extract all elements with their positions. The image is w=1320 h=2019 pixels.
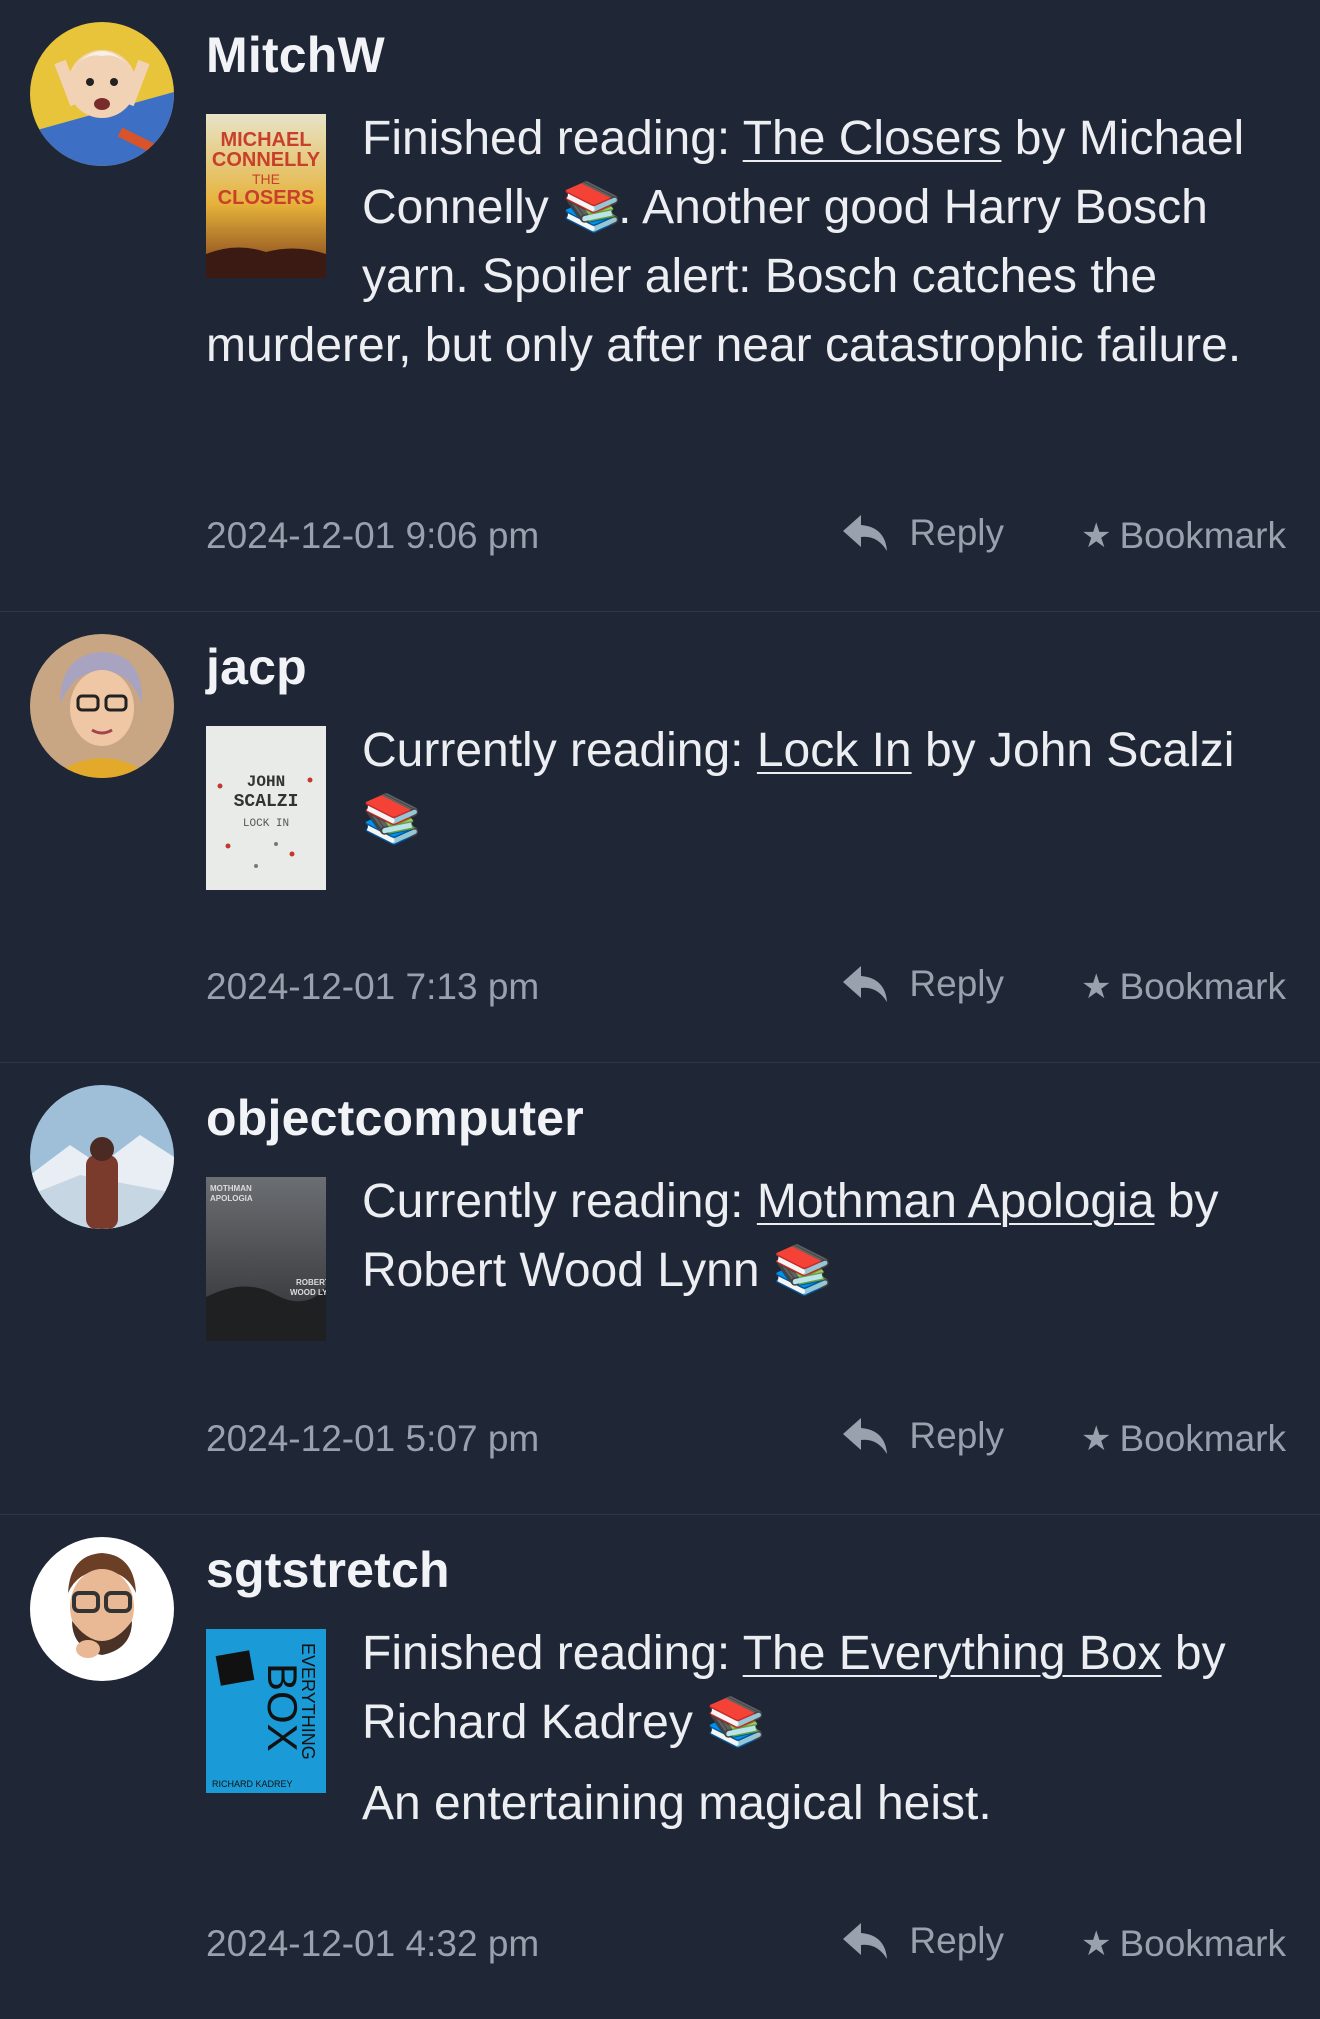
svg-text:SCALZI: SCALZI (234, 792, 299, 812)
bookmark-label: Bookmark (1119, 1418, 1286, 1459)
post: jacp JOHN SCALZI LOCK IN Currently readi… (0, 612, 1320, 1063)
svg-text:CONNELLY: CONNELLY (212, 149, 321, 171)
post-body: MICHAEL CONNELLY THE CLOSERS Finished re… (206, 104, 1286, 380)
reply-label: Reply (909, 1415, 1004, 1456)
post: objectcomputer MOTHMAN APOLOGIA ROBERT W… (0, 1063, 1320, 1515)
post-author: by John Scalzi (911, 724, 1235, 777)
username[interactable]: jacp (206, 638, 307, 696)
books-emoji: 📚 (362, 791, 422, 847)
svg-text:ROBERT: ROBERT (296, 1278, 326, 1287)
svg-text:BOX: BOX (259, 1663, 306, 1752)
username[interactable]: MitchW (206, 26, 385, 84)
post-meta: 2024-12-01 5:07 pm Reply ★ Bookmark (206, 1415, 1286, 1462)
reply-label: Reply (909, 512, 1004, 553)
avatar[interactable] (30, 634, 174, 778)
avatar[interactable] (30, 22, 174, 166)
svg-text:THE: THE (252, 171, 280, 187)
book-title-link[interactable]: The Everything Box (743, 1627, 1162, 1680)
books-emoji: 📚 (772, 1242, 833, 1298)
star-icon: ★ (1080, 1924, 1112, 1964)
post-prefix: Finished reading: (362, 112, 743, 165)
post-body: MOTHMAN APOLOGIA ROBERT WOOD LYNN Curren… (206, 1167, 1286, 1351)
post-body: EVERYTHING BOX RICHARD KADREY Finished r… (206, 1619, 1286, 1838)
post-body: JOHN SCALZI LOCK IN Currently reading: L… (206, 716, 1286, 900)
books-emoji: 📚 (706, 1694, 766, 1750)
reply-label: Reply (909, 963, 1004, 1004)
bookmark-button[interactable]: ★ Bookmark (1081, 966, 1286, 1008)
reply-button[interactable]: Reply (841, 1919, 1004, 1963)
reply-arrow-icon (843, 1418, 888, 1454)
post-meta: 2024-12-01 4:32 pm Reply ★ Bookmark (206, 1920, 1286, 1967)
svg-text:CLOSERS: CLOSERS (218, 187, 315, 209)
reply-button[interactable]: Reply (841, 1414, 1004, 1458)
post-comment: An entertaining magical heist. (362, 1777, 992, 1830)
bookmark-button[interactable]: ★ Bookmark (1081, 515, 1286, 557)
bookmark-button[interactable]: ★ Bookmark (1081, 1418, 1286, 1460)
svg-text:LOCK IN: LOCK IN (243, 818, 289, 830)
avatar[interactable] (30, 1085, 174, 1229)
svg-text:MICHAEL: MICHAEL (220, 129, 311, 151)
books-emoji: 📚 (562, 179, 622, 235)
reply-button[interactable]: Reply (841, 511, 1004, 555)
timestamp[interactable]: 2024-12-01 7:13 pm (206, 966, 539, 1008)
star-icon: ★ (1080, 967, 1112, 1007)
avatar[interactable] (30, 1537, 174, 1681)
post-meta: 2024-12-01 9:06 pm Reply ★ Bookmark (206, 512, 1286, 559)
post-prefix: Currently reading: (362, 1175, 757, 1228)
post-prefix: Currently reading: (362, 724, 757, 777)
username[interactable]: objectcomputer (206, 1089, 584, 1147)
reply-arrow-icon (843, 515, 888, 551)
book-title-link[interactable]: Lock In (757, 724, 912, 777)
star-icon: ★ (1080, 516, 1112, 556)
post-meta: 2024-12-01 7:13 pm Reply ★ Bookmark (206, 963, 1286, 1010)
reply-arrow-icon (843, 966, 888, 1002)
star-icon: ★ (1080, 1419, 1112, 1459)
post: MitchW MICHAEL CONNELLY THE CLOSERS Fini… (0, 0, 1320, 612)
reply-arrow-icon (843, 1923, 888, 1959)
reply-button[interactable]: Reply (841, 962, 1004, 1006)
svg-text:JOHN: JOHN (247, 773, 285, 791)
svg-text:RICHARD KADREY: RICHARD KADREY (212, 1779, 293, 1789)
svg-text:MOTHMAN: MOTHMAN (210, 1184, 252, 1193)
book-cover[interactable]: JOHN SCALZI LOCK IN (206, 726, 326, 890)
username[interactable]: sgtstretch (206, 1541, 450, 1599)
book-title-link[interactable]: The Closers (743, 112, 1002, 165)
timestamp[interactable]: 2024-12-01 5:07 pm (206, 1418, 539, 1460)
bookmark-label: Bookmark (1119, 966, 1286, 1007)
book-cover[interactable]: EVERYTHING BOX RICHARD KADREY (206, 1629, 326, 1793)
timestamp[interactable]: 2024-12-01 4:32 pm (206, 1923, 539, 1965)
svg-text:WOOD LYNN: WOOD LYNN (290, 1288, 326, 1297)
reply-label: Reply (909, 1920, 1004, 1961)
book-title-link[interactable]: Mothman Apologia (757, 1175, 1155, 1228)
book-cover[interactable]: MOTHMAN APOLOGIA ROBERT WOOD LYNN (206, 1177, 326, 1341)
bookmark-button[interactable]: ★ Bookmark (1081, 1923, 1286, 1965)
post-prefix: Finished reading: (362, 1627, 743, 1680)
bookmark-label: Bookmark (1119, 515, 1286, 556)
post: sgtstretch EVERYTHING BOX RICHARD KADREY… (0, 1515, 1320, 2019)
bookmark-label: Bookmark (1119, 1923, 1286, 1964)
timestamp[interactable]: 2024-12-01 9:06 pm (206, 515, 539, 557)
svg-text:APOLOGIA: APOLOGIA (210, 1194, 253, 1203)
book-cover[interactable]: MICHAEL CONNELLY THE CLOSERS (206, 114, 326, 278)
